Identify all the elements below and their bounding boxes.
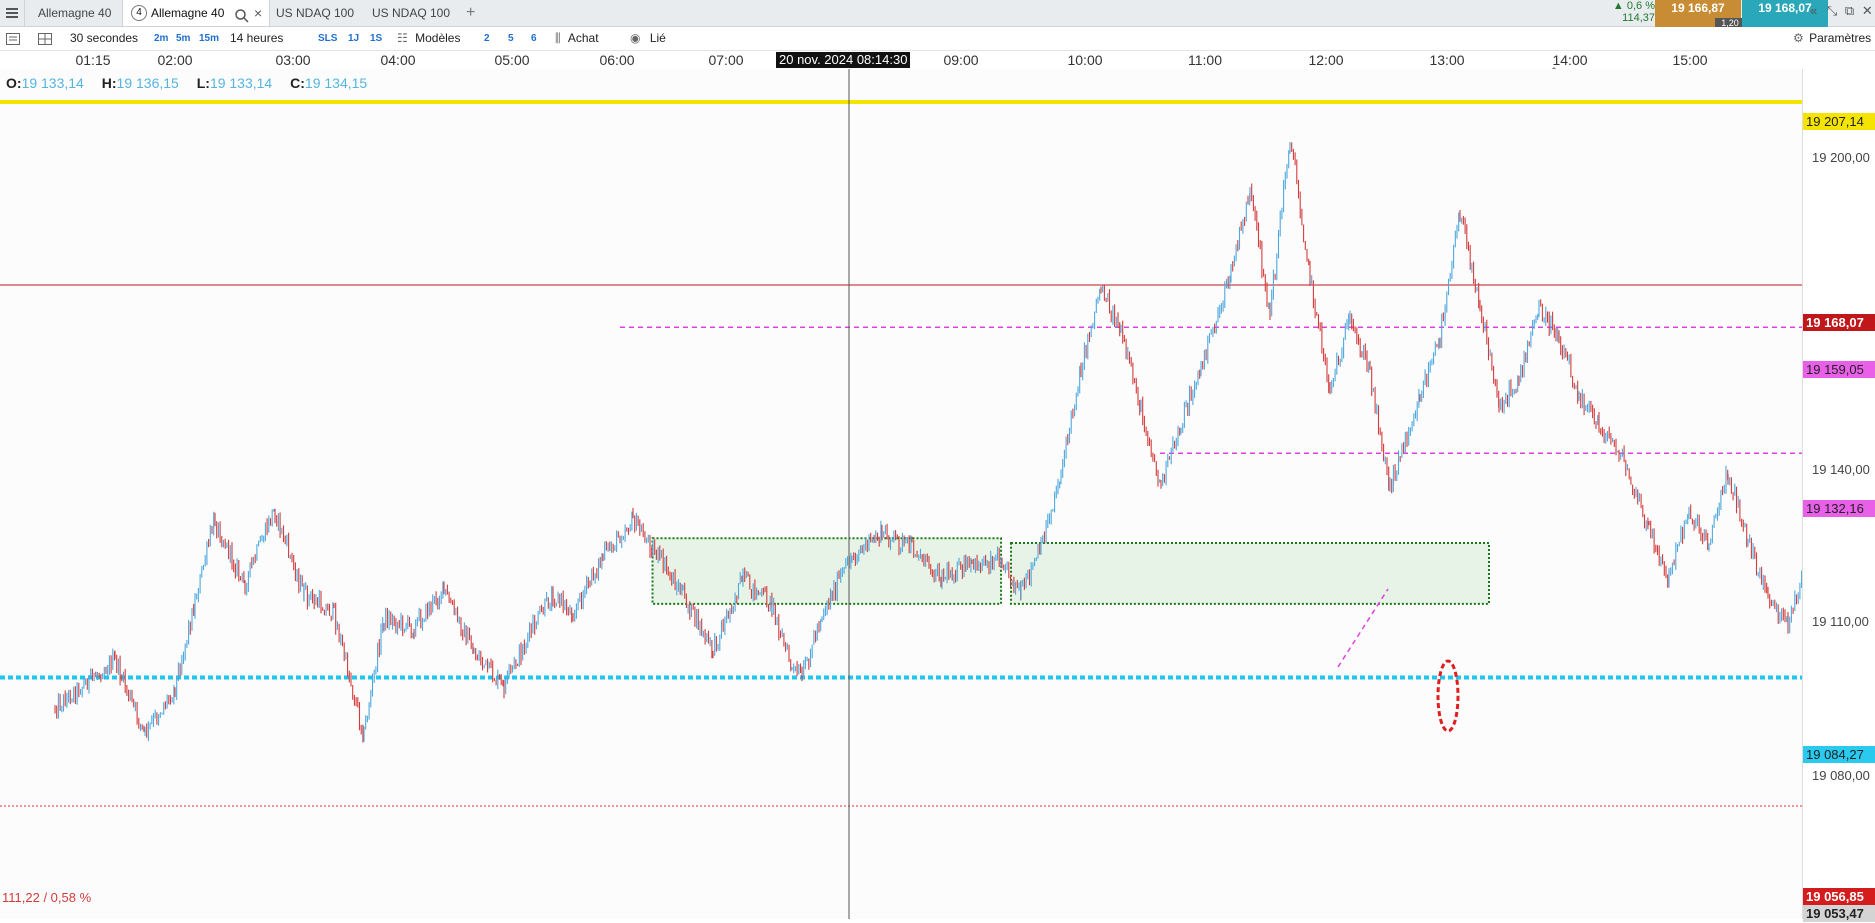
buy-mode-button[interactable]: ⫼ Achat <box>555 27 599 50</box>
tab-count-badge: 4 <box>131 5 147 21</box>
sls-button[interactable]: SLS <box>318 27 337 50</box>
high-label: H: <box>101 75 117 91</box>
period-2m-button[interactable]: 2m <box>154 27 168 50</box>
sell-button[interactable]: 19 166,87 1,20 <box>1655 0 1745 28</box>
eye-icon: ◉ <box>630 31 641 45</box>
range-annotation: 111,22 / 0,58 % <box>2 890 92 905</box>
buy-label: Achat <box>567 31 599 45</box>
time-label: 04:00 <box>380 52 416 68</box>
tab-us-ndaq-100-2[interactable]: US NDAQ 100 <box>372 0 456 26</box>
yellow-level-label[interactable]: 19 207,14 <box>1803 113 1875 130</box>
settings-button[interactable]: ⚙ Paramètres <box>1793 27 1871 50</box>
time-label: 11:00 <box>1188 52 1222 68</box>
crosshair-time-label: 20 nov. 2024 08:14:30 <box>776 52 911 68</box>
duration-1s-button[interactable]: 1S <box>370 27 382 50</box>
close-label: C: <box>290 75 305 91</box>
period-selector[interactable]: 30 secondes <box>70 27 138 50</box>
tab-label: Allemagne 40 <box>151 6 225 20</box>
close-window-icon[interactable]: ✕ <box>1862 3 1873 18</box>
time-label: 12:00 <box>1308 52 1344 68</box>
models-button[interactable]: ☷ Modèles <box>397 27 460 50</box>
window-controls: « ⤡ ⧉ ✕ <box>1810 3 1875 19</box>
chart-toolbar: 30 secondes 2m 5m 15m 14 heures SLS 1J 1… <box>0 27 1875 51</box>
layout-icon[interactable] <box>38 27 52 50</box>
low-label: L: <box>196 75 210 91</box>
linked-label: Lié <box>649 31 666 45</box>
close-icon[interactable]: × <box>254 0 262 26</box>
magenta-upper-label[interactable]: 19 159,05 <box>1803 361 1875 378</box>
bid-price: 19 166,87 <box>1671 1 1725 15</box>
link-button[interactable]: ◉ Lié <box>630 27 666 50</box>
sliders-icon: ☷ <box>397 31 408 45</box>
tab-allemagne-40-active[interactable]: 4 Allemagne 40 × <box>122 0 270 26</box>
time-label: 05:00 <box>494 52 530 68</box>
preset-6-button[interactable]: 6 <box>531 27 537 50</box>
preset-5-button[interactable]: 5 <box>508 27 514 50</box>
caret-up-icon: ▲ <box>1612 0 1624 12</box>
gear-icon: ⚙ <box>1793 31 1804 45</box>
current-price-label: 19 168,07 <box>1803 314 1875 331</box>
candles-icon: ⫼ <box>555 31 561 45</box>
time-label: 10:00 <box>1067 52 1103 68</box>
high-value: 19 136,15 <box>116 75 179 91</box>
time-axis: 01:15 02:00 03:00 04:00 05:00 06:00 07:0… <box>0 51 1802 79</box>
time-label: 03:00 <box>275 52 311 68</box>
double-chevron-left-icon[interactable]: « <box>1810 3 1817 18</box>
settings-label: Paramètres <box>1809 31 1872 45</box>
ohlc-readout: O:19 133,14 H:19 136,15 L:19 133,14 C:19… <box>6 75 381 91</box>
red-level-label[interactable]: 19 056,85 <box>1803 888 1875 905</box>
change-points: 114,37 <box>1622 12 1655 24</box>
time-label: 13:00 <box>1429 52 1465 68</box>
price-axis[interactable] <box>1802 69 1875 919</box>
bottom-price-label: 19 053,47 <box>1803 905 1875 922</box>
plus-icon[interactable]: + <box>466 0 486 26</box>
consolidation-zone <box>1010 541 1490 605</box>
tab-us-ndaq-100-1[interactable]: US NDAQ 100 <box>276 0 360 26</box>
tab-label: US NDAQ 100 <box>372 6 451 20</box>
maximize-icon[interactable]: ⧉ <box>1845 3 1854 18</box>
models-label: Modèles <box>415 31 461 45</box>
cyan-level-label[interactable]: 19 084,27 <box>1803 746 1875 763</box>
time-label: 15:00 <box>1672 52 1708 68</box>
time-label: 02:00 <box>157 52 193 68</box>
price-tick: 19 110,00 <box>1812 614 1869 629</box>
price-tick: 19 200,00 <box>1812 150 1870 165</box>
minimize-icon[interactable]: ⤡ <box>1827 3 1837 18</box>
preset-2-button[interactable]: 2 <box>484 27 490 50</box>
duration-selector[interactable]: 14 heures <box>230 27 283 50</box>
duration-1j-button[interactable]: 1J <box>348 27 359 50</box>
tab-allemagne-40-1[interactable]: Allemagne 40 <box>30 0 128 26</box>
time-label: 01:15 <box>75 52 111 68</box>
change-percent: 0,6 % <box>1626 0 1655 12</box>
hamburger-icon[interactable] <box>0 0 25 26</box>
time-label: 06:00 <box>599 52 635 68</box>
price-chart[interactable] <box>0 69 1802 919</box>
open-value: 19 133,14 <box>21 75 84 91</box>
open-label: O: <box>6 75 22 91</box>
chart-background <box>0 69 1802 919</box>
magenta-lower-label[interactable]: 19 132,16 <box>1803 500 1875 517</box>
time-label: 09:00 <box>943 52 979 68</box>
close-value: 19 134,15 <box>304 75 368 91</box>
price-tick: 19 080,00 <box>1812 768 1870 783</box>
price-tick: 19 140,00 <box>1812 462 1870 477</box>
time-label: 07:00 <box>708 52 744 68</box>
period-15m-button[interactable]: 15m <box>199 27 219 50</box>
low-value: 19 133,14 <box>209 75 273 91</box>
list-icon[interactable] <box>6 27 20 50</box>
tab-label: Allemagne 40 <box>38 6 112 20</box>
tab-bar: Allemagne 40 4 Allemagne 40 × US NDAQ 10… <box>0 0 1875 28</box>
period-5m-button[interactable]: 5m <box>176 27 190 50</box>
change-indicator: ▲ 0,6 % 114,37 <box>1605 0 1655 28</box>
tab-label: US NDAQ 100 <box>276 6 355 20</box>
